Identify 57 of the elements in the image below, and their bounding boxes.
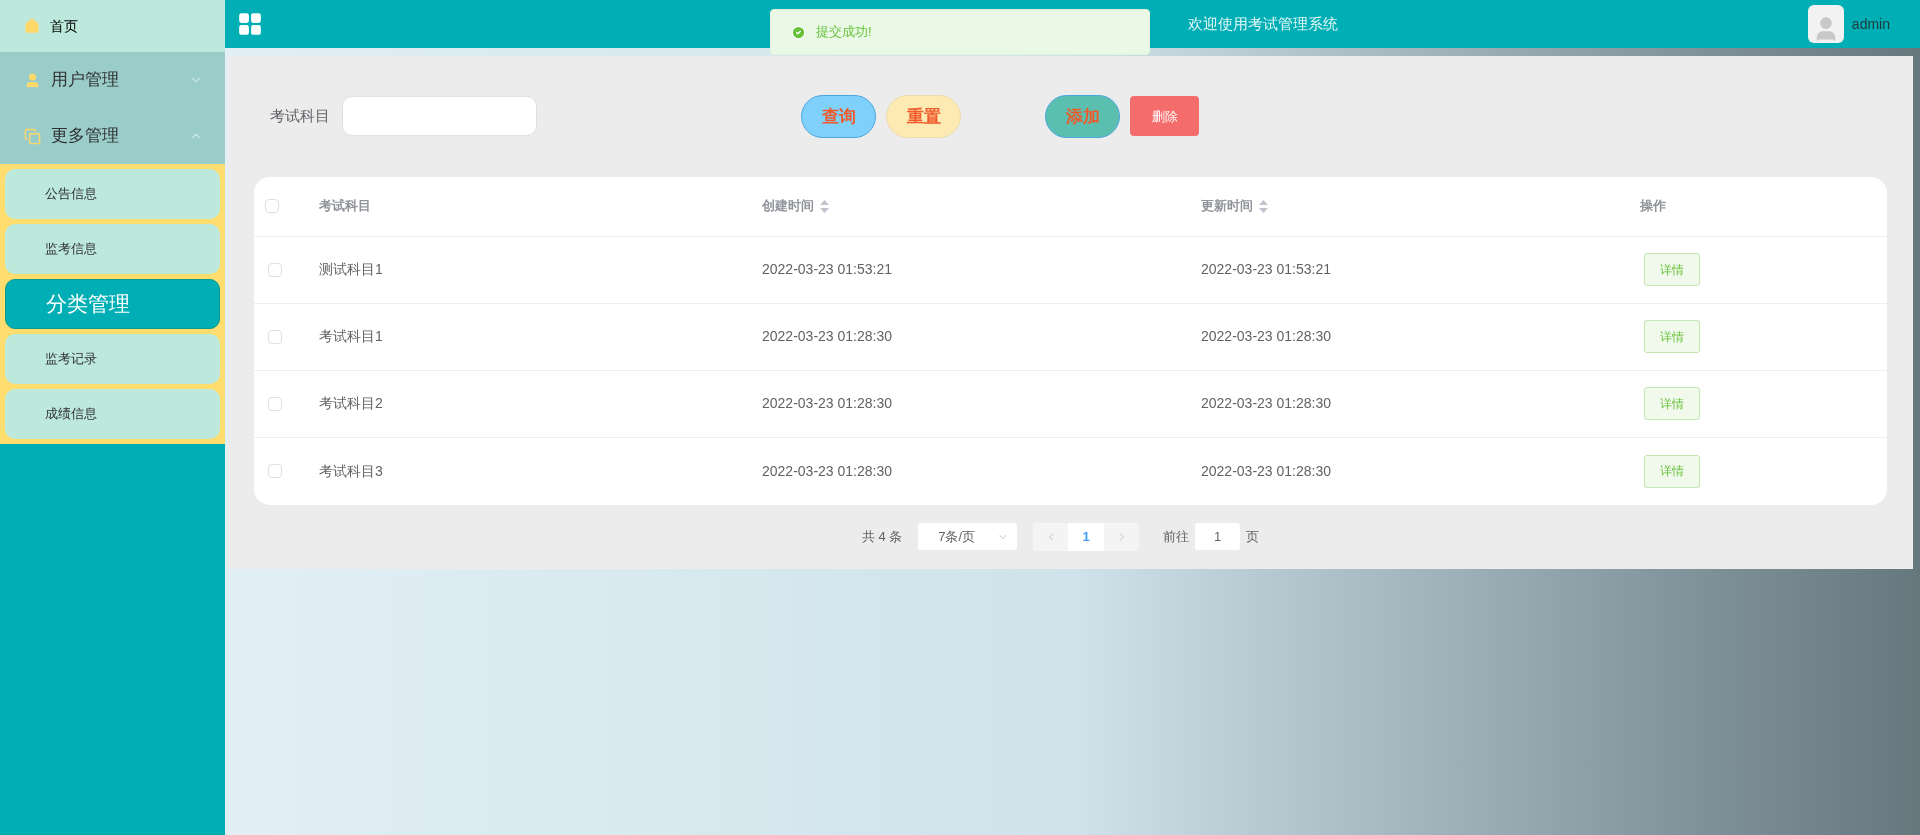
sort-icon[interactable] (820, 199, 829, 213)
user-icon (24, 71, 41, 89)
query-button[interactable]: 查询 (801, 94, 876, 138)
sidebar-item[interactable]: 首页 (0, 0, 225, 52)
success-icon (791, 24, 806, 40)
submenu-item[interactable]: 监考记录 (5, 334, 220, 384)
delete-button[interactable]: 删除 (1130, 96, 1199, 137)
column-header[interactable]: 创建时间 (762, 196, 829, 216)
page-input[interactable]: 1 (1195, 523, 1241, 551)
total-count: 共 4 条 (861, 528, 903, 547)
sidebar-group[interactable]: 用户管理 (0, 52, 225, 108)
sidebar-group[interactable]: 更多管理 (0, 108, 225, 164)
header-title: 欢迎使用考试管理系统 (1188, 13, 1338, 34)
column-header[interactable]: 更新时间 (1201, 196, 1268, 216)
reset-button[interactable]: 重置 (886, 94, 961, 138)
checkbox[interactable] (265, 199, 279, 214)
table-cell: 考试科目1 (319, 328, 383, 345)
goto-suffix: 页 (1246, 528, 1260, 547)
sort-icon[interactable] (1259, 199, 1268, 213)
detail-button[interactable]: 详情 (1644, 320, 1700, 354)
prev-page-button[interactable] (1033, 522, 1069, 551)
table-cell: 2022-03-23 01:53:21 (1201, 261, 1331, 278)
table-cell: 2022-03-23 01:28:30 (1201, 462, 1331, 479)
avatar[interactable] (1807, 5, 1844, 43)
checkbox[interactable] (268, 262, 282, 277)
submenu-item[interactable]: 公告信息 (5, 169, 220, 219)
table-cell: 测试科目1 (319, 261, 383, 278)
goto-label: 前往 (1163, 528, 1190, 547)
table-cell: 2022-03-23 01:28:30 (1201, 328, 1331, 345)
table-cell: 考试科目2 (319, 395, 383, 412)
checkbox[interactable] (268, 329, 282, 344)
detail-button[interactable]: 详情 (1644, 387, 1700, 421)
table-cell: 2022-03-23 01:53:21 (762, 261, 892, 278)
column-header: 考试科目 (319, 197, 371, 216)
copy-icon (24, 127, 41, 145)
username: admin (1851, 14, 1890, 34)
page-size-select[interactable]: 7条/页 (918, 523, 1018, 551)
detail-button[interactable]: 详情 (1644, 454, 1700, 488)
submenu-item[interactable]: 分类管理 (5, 279, 220, 329)
grid-icon[interactable] (237, 11, 263, 37)
checkbox[interactable] (268, 396, 282, 411)
submenu-item[interactable]: 监考信息 (5, 224, 220, 274)
home-icon (24, 18, 40, 34)
next-page-button[interactable] (1104, 522, 1140, 551)
detail-button[interactable]: 详情 (1644, 253, 1700, 287)
page-number[interactable]: 1 (1068, 522, 1105, 551)
checkbox[interactable] (268, 464, 282, 479)
table-cell: 2022-03-23 01:28:30 (762, 328, 892, 345)
submenu-item[interactable]: 成绩信息 (5, 389, 220, 439)
table-cell: 2022-03-23 01:28:30 (1201, 395, 1331, 412)
table-cell: 考试科目3 (319, 462, 383, 479)
table-cell: 2022-03-23 01:28:30 (762, 462, 892, 479)
field-label: 考试科目 (270, 106, 330, 127)
input-field[interactable] (342, 96, 537, 137)
column-header: 操作 (1640, 197, 1666, 216)
table-cell: 2022-03-23 01:28:30 (762, 395, 892, 412)
toast-message: 提交成功! (816, 23, 872, 42)
